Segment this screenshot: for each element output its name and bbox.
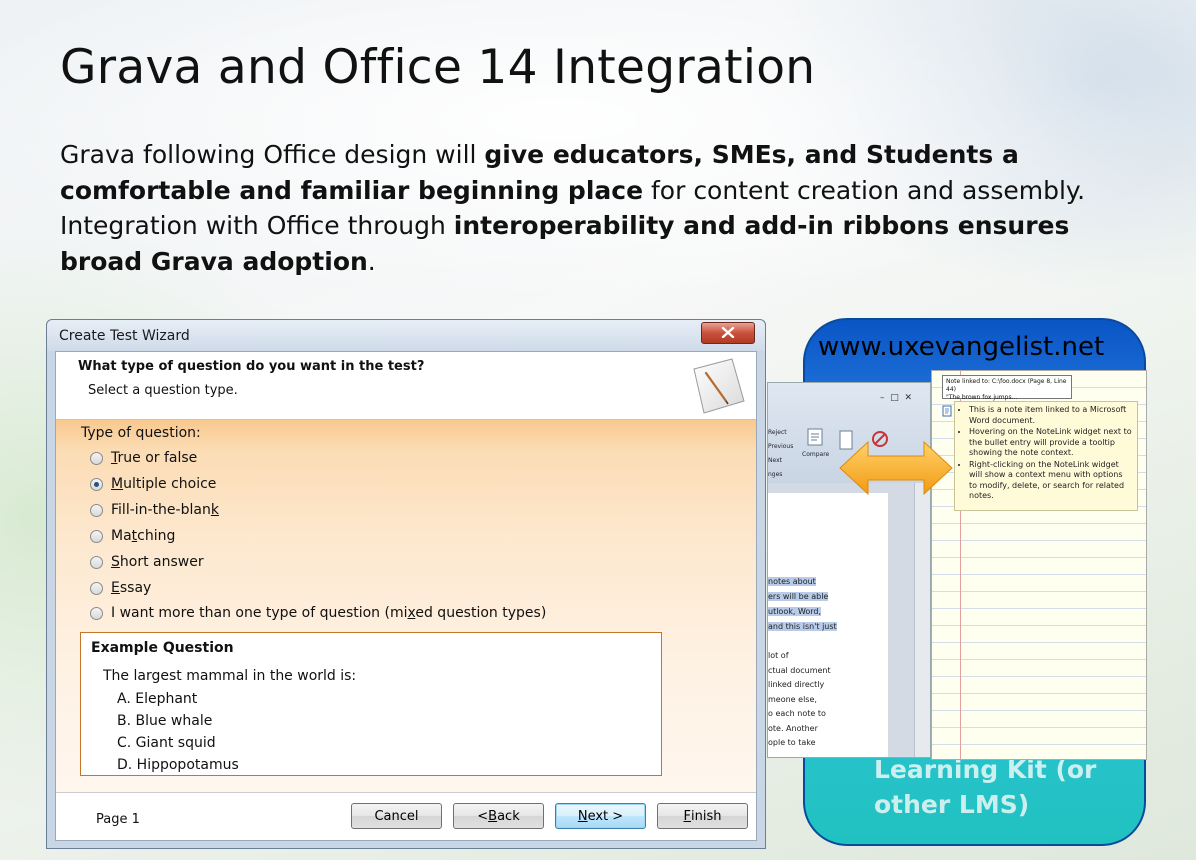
option-true-false[interactable]: True or false (90, 448, 197, 468)
onenote-notes-screenshot: Note linked to: C:\foo.docx (Page 8, Lin… (931, 370, 1147, 760)
question-type-panel: Type of question: True or false Multiple… (56, 420, 756, 792)
slide-title: Grava and Office 14 Integration (60, 40, 816, 95)
example-answer-c: C. Giant squid (117, 735, 216, 751)
doc-text-line: ctual document (768, 666, 831, 675)
example-answer-d: D. Hippopotamus (117, 757, 239, 773)
ribbon-previous: Previous (768, 443, 794, 450)
wizard-client-area: What type of question do you want in the… (55, 351, 757, 841)
doc-text-line: meone else, (768, 695, 817, 704)
doc-text-line: o each note to (768, 709, 826, 718)
option-label: Multiple choice (111, 476, 217, 492)
window-controls: – □ ✕ (880, 393, 912, 403)
cancel-button[interactable]: Cancel (351, 803, 442, 829)
option-fill-in-the-blank[interactable]: Fill-in-the-blank (90, 500, 219, 520)
create-test-wizard-window: Create Test Wizard What type of question… (46, 319, 766, 849)
radio-fill-in-the-blank[interactable] (90, 503, 103, 517)
website-url: www.uxevangelist.net (818, 332, 1105, 362)
option-label: Short answer (111, 554, 204, 570)
option-short-answer[interactable]: Short answer (90, 552, 204, 572)
word-document-screenshot: – □ ✕ Reject Previous Next nges Compare … (767, 382, 931, 758)
body-text-1: Grava following Office design will (60, 140, 485, 169)
ribbon-group-label: nges (768, 471, 783, 478)
doc-text-line: ople to take (768, 738, 816, 747)
document-scrollbar (914, 483, 930, 757)
slide-body: Grava following Office design will give … (60, 137, 1140, 279)
option-label: Fill-in-the-blank (111, 502, 219, 518)
double-arrow-icon (839, 440, 953, 496)
wizard-titlebar[interactable]: Create Test Wizard (47, 320, 765, 351)
close-button[interactable] (701, 322, 755, 344)
radio-short-answer[interactable] (90, 555, 103, 569)
radio-mixed-types[interactable] (90, 606, 103, 620)
page-indicator: Page 1 (96, 812, 140, 827)
doc-text-line: notes about (768, 577, 816, 586)
doc-text-line: ote. Another (768, 724, 818, 733)
option-essay[interactable]: Essay (90, 578, 151, 598)
doc-text-line: lot of (768, 651, 789, 660)
compare-icon (807, 428, 823, 446)
example-answer-a: A. Elephant (117, 691, 198, 707)
option-label: Matching (111, 528, 176, 544)
close-icon (721, 327, 735, 338)
notelink-icon (942, 405, 952, 417)
doc-text-line: utlook, Word, (768, 607, 822, 616)
radio-essay[interactable] (90, 581, 103, 595)
body-text-3: . (367, 246, 376, 276)
option-label: True or false (111, 450, 198, 466)
note-item: Right-clicking on the NoteLink widget wi… (969, 460, 1133, 502)
option-mixed-types[interactable]: I want more than one type of question (m… (90, 603, 546, 623)
example-title: Example Question (91, 640, 234, 656)
ribbon-reject: Reject (768, 429, 787, 436)
option-label: I want more than one type of question (m… (111, 605, 547, 621)
graphic-caption: Learning Kit (or other LMS) (874, 755, 1097, 819)
wizard-heading: What type of question do you want in the… (78, 359, 425, 374)
doc-text-line: and this isn't just (768, 622, 837, 631)
next-button[interactable]: Next > (555, 803, 646, 829)
finish-button[interactable]: Finish (657, 803, 748, 829)
option-matching[interactable]: Matching (90, 526, 175, 546)
note-card: This is a note item linked to a Microsof… (954, 401, 1138, 511)
radio-matching[interactable] (90, 529, 103, 543)
type-of-question-label: Type of question: (81, 425, 201, 441)
option-multiple-choice[interactable]: Multiple choice (90, 474, 216, 494)
option-label: Essay (111, 580, 152, 596)
back-button[interactable]: < Back (453, 803, 544, 829)
notepad-pencil-icon (693, 358, 745, 414)
wizard-title: Create Test Wizard (59, 328, 190, 344)
doc-text-line: linked directly (768, 680, 825, 689)
example-question-text: The largest mammal in the world is: (103, 668, 357, 684)
document-page: notes about ers will be able utlook, Wor… (768, 493, 888, 757)
radio-multiple-choice[interactable] (90, 477, 103, 491)
note-item: Hovering on the NoteLink widget next to … (969, 427, 1133, 459)
note-item: This is a note item linked to a Microsof… (969, 405, 1133, 426)
note-link-tooltip: Note linked to: C:\foo.docx (Page 8, Lin… (942, 375, 1072, 401)
example-question-box: Example Question The largest mammal in t… (80, 632, 662, 776)
wizard-subtitle: Select a question type. (88, 383, 238, 398)
ribbon-next: Next (768, 457, 782, 464)
ribbon-compare: Compare (802, 451, 830, 458)
wizard-header: What type of question do you want in the… (56, 352, 756, 420)
example-answer-b: B. Blue whale (117, 713, 213, 729)
radio-true-false[interactable] (90, 451, 103, 465)
wizard-footer: Page 1 Cancel < Back Next > Finish (56, 792, 756, 840)
doc-text-line: ers will be able (768, 592, 829, 601)
